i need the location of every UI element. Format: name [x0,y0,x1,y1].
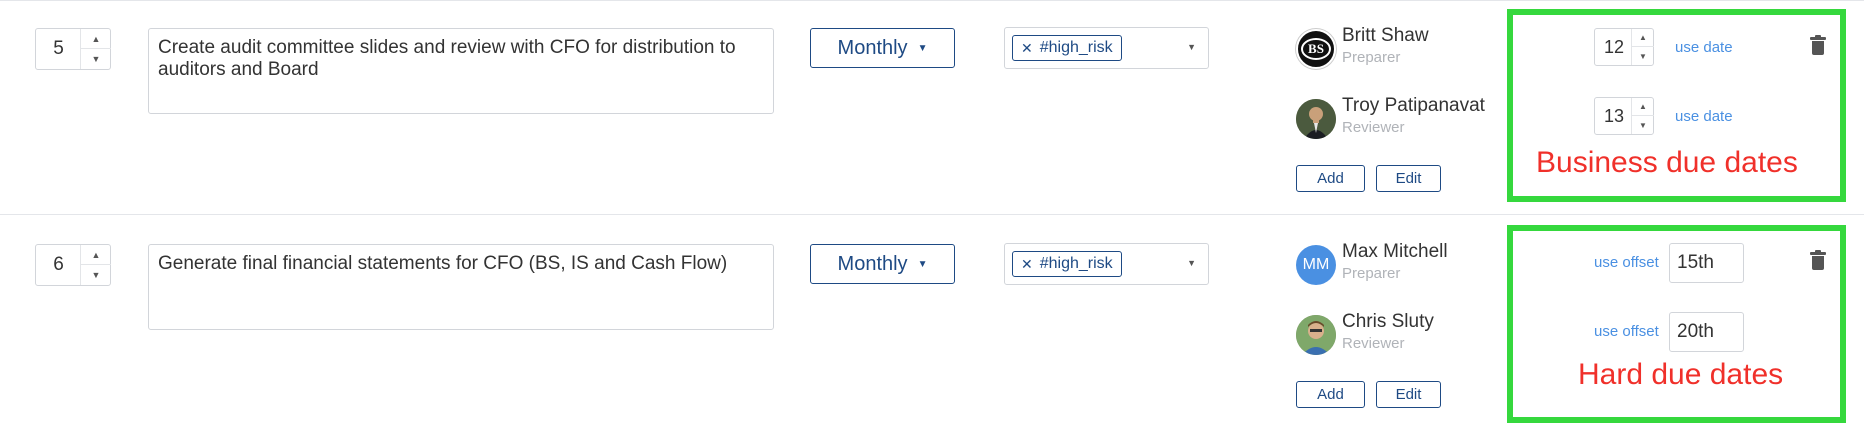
remove-tag-icon[interactable]: ✕ [1021,256,1033,273]
add-button[interactable]: Add [1296,165,1365,192]
dropdown-arrow-icon[interactable]: ▼ [1187,42,1196,52]
tag-select[interactable]: ✕ #high_risk ▼ [1004,27,1209,69]
edit-button[interactable]: Edit [1376,165,1441,192]
frequency-label: Monthly [837,36,908,59]
tag-chip: ✕ #high_risk [1012,251,1122,277]
avatar [1296,315,1336,355]
tag-select[interactable]: ✕ #high_risk ▼ [1004,243,1209,285]
frequency-label: Monthly [837,252,908,275]
annotation-hard-due-dates: Hard due dates [1578,358,1784,391]
task-row-5: 5 ▲ ▼ Create audit committee slides and … [0,0,1864,215]
reviewer-due-day-input[interactable]: 20th [1669,312,1744,352]
tag-chip: ✕ #high_risk [1012,35,1122,61]
task-description-input[interactable]: Create audit committee slides and review… [148,28,774,114]
task-description-input[interactable]: Generate final financial statements for … [148,244,774,330]
remove-tag-icon[interactable]: ✕ [1021,40,1033,57]
frequency-dropdown[interactable]: Monthly ▼ [810,28,955,68]
order-value[interactable]: 5 [36,29,81,69]
preparer-due-day-input[interactable]: 15th [1669,243,1744,283]
reviewer-due-day-stepper[interactable]: 13 ▲ ▼ [1594,97,1654,135]
increment-arrow-icon[interactable]: ▲ [1632,29,1654,47]
avatar [1296,99,1336,139]
preparer-due-day-stepper[interactable]: 12 ▲ ▼ [1594,28,1654,66]
decrement-arrow-icon[interactable]: ▼ [81,49,111,69]
use-date-link[interactable]: use date [1675,39,1733,56]
preparer-role: Preparer [1342,265,1401,282]
use-date-link[interactable]: use date [1675,108,1733,125]
decrement-arrow-icon[interactable]: ▼ [1632,47,1654,65]
use-offset-link[interactable]: use offset [1594,254,1659,271]
avatar: MM [1296,245,1336,285]
preparer-name: Britt Shaw [1342,25,1429,46]
tag-label: #high_risk [1039,255,1113,272]
frequency-dropdown[interactable]: Monthly ▼ [810,244,955,284]
task-row-6: 6 ▲ ▼ Generate final financial statement… [0,215,1864,429]
order-value[interactable]: 6 [36,245,81,285]
decrement-arrow-icon[interactable]: ▼ [81,265,111,285]
reviewer-name: Troy Patipanavat [1342,95,1485,116]
edit-button[interactable]: Edit [1376,381,1441,408]
trash-icon[interactable] [1810,250,1826,270]
avatar-photo-icon [1296,99,1336,139]
preparer-role: Preparer [1342,49,1401,66]
reviewer-role: Reviewer [1342,119,1405,136]
avatar-initials: BS [1308,41,1324,56]
tag-label: #high_risk [1039,39,1113,56]
use-offset-link[interactable]: use offset [1594,323,1659,340]
order-stepper[interactable]: 5 ▲ ▼ [35,28,111,70]
decrement-arrow-icon[interactable]: ▼ [1632,116,1654,134]
reviewer-role: Reviewer [1342,335,1405,352]
due-day-value[interactable]: 13 [1595,98,1633,134]
reviewer-name: Chris Sluty [1342,311,1434,332]
due-day-value[interactable]: 12 [1595,29,1633,65]
increment-arrow-icon[interactable]: ▲ [1632,98,1654,116]
order-stepper[interactable]: 6 ▲ ▼ [35,244,111,286]
caret-down-icon: ▼ [917,258,928,270]
avatar-photo-icon [1296,315,1336,355]
increment-arrow-icon[interactable]: ▲ [81,245,111,265]
preparer-name: Max Mitchell [1342,241,1448,262]
increment-arrow-icon[interactable]: ▲ [81,29,111,49]
dropdown-arrow-icon[interactable]: ▼ [1187,258,1196,268]
caret-down-icon: ▼ [917,42,928,54]
annotation-business-due-dates: Business due dates [1536,146,1798,179]
add-button[interactable]: Add [1296,381,1365,408]
trash-icon[interactable] [1810,35,1826,55]
avatar: BS [1296,29,1336,69]
